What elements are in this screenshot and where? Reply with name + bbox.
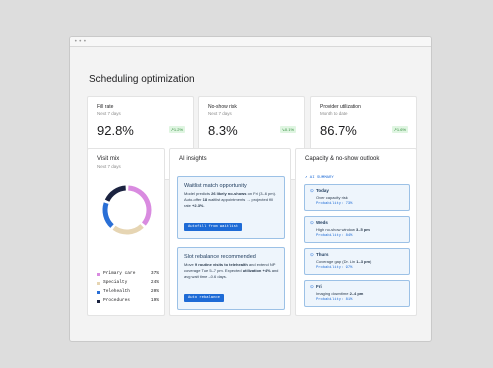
legend-percent: 20% bbox=[150, 289, 159, 294]
day-name: Fri bbox=[316, 284, 322, 289]
visit-mix-legend: Primary care 37% Specialty 24% Telehealth 20%… bbox=[97, 271, 159, 307]
legend-percent: 19% bbox=[150, 298, 159, 303]
day-description: Coverage gap (Dr. Lin 1–3 pm) bbox=[316, 259, 372, 264]
day-description: Imaging downtime 2–4 pm bbox=[316, 291, 364, 296]
legend-swatch bbox=[97, 299, 100, 303]
legend-swatch bbox=[97, 290, 100, 294]
kpi-value: 92.8% bbox=[97, 123, 134, 138]
app-window: ••• Scheduling optimization Fill rate Ne… bbox=[69, 36, 432, 342]
visit-mix-subtitle: Next 7 days bbox=[97, 164, 121, 169]
day-item-fri[interactable]: ⊙ Fri Imaging downtime 2–4 pm Probabilit… bbox=[304, 280, 410, 307]
clock-icon: ⊙ bbox=[310, 188, 314, 193]
kpi-subtitle: Next 7 days bbox=[97, 111, 121, 116]
legend-percent: 24% bbox=[150, 280, 159, 285]
legend-label: Specialty bbox=[103, 280, 128, 285]
ai-insights-card: AI insights Waitlist match opportunity M… bbox=[169, 148, 291, 316]
day-probability: Probability: 73% bbox=[316, 202, 353, 206]
kpi-subtitle: Month to date bbox=[320, 111, 348, 116]
clock-icon: ⊙ bbox=[310, 220, 314, 225]
legend-label: Telehealth bbox=[103, 289, 131, 294]
day-description: High no-show window 3–5 pm bbox=[316, 227, 370, 232]
insight-title: Waitlist match opportunity bbox=[184, 183, 247, 189]
clock-icon: ⊙ bbox=[310, 252, 314, 257]
day-name: Weds bbox=[316, 220, 328, 225]
donut-slice-primary-care bbox=[128, 185, 152, 226]
insight-slot-rebalance: Slot rebalance recommended Move 9 routin… bbox=[177, 247, 285, 310]
donut-slice-telehealth bbox=[102, 202, 114, 228]
kpi-delta-badge: ↘0.1% bbox=[279, 126, 296, 133]
clock-icon: ⊙ bbox=[310, 284, 314, 289]
day-probability: Probability: 84% bbox=[316, 234, 353, 238]
window-controls-icon[interactable]: ••• bbox=[74, 39, 88, 45]
donut-slice-procedures bbox=[104, 185, 126, 202]
insight-body: Move 9 routine visits to telehealth and … bbox=[184, 262, 279, 279]
window-titlebar: ••• bbox=[70, 37, 431, 47]
legend-label: Procedures bbox=[103, 298, 131, 303]
legend-swatch bbox=[97, 272, 100, 276]
legend-swatch bbox=[97, 281, 100, 285]
kpi-delta-badge: ↗1.6% bbox=[391, 126, 408, 133]
capacity-outlook-card: Capacity & no-show outlook ↗ AI SUMMARY … bbox=[295, 148, 417, 316]
autofill-from-waitlist-button[interactable]: Autofill from waitlist bbox=[184, 223, 243, 231]
kpi-delta-badge: ↗1.2% bbox=[168, 126, 185, 133]
legend-item: Specialty 24% bbox=[97, 280, 159, 289]
legend-percent: 37% bbox=[150, 271, 159, 276]
donut-slice-specialty bbox=[112, 224, 144, 235]
legend-label: Primary care bbox=[103, 271, 136, 276]
kpi-value: 86.7% bbox=[320, 123, 357, 138]
day-name: Today bbox=[316, 188, 329, 193]
kpi-value: 8.3% bbox=[208, 123, 238, 138]
capacity-title: Capacity & no-show outlook bbox=[305, 156, 380, 162]
visit-mix-title: Visit mix bbox=[97, 156, 120, 162]
ai-summary-label: ↗ AI SUMMARY bbox=[305, 176, 334, 180]
auto-rebalance-button[interactable]: Auto rebalance bbox=[184, 294, 224, 302]
day-item-weds[interactable]: ⊙ Weds High no-show window 3–5 pm Probab… bbox=[304, 216, 410, 243]
kpi-label: Provider utilization bbox=[320, 104, 361, 110]
day-item-today[interactable]: ⊙ Today Over capacity risk Probability: … bbox=[304, 184, 410, 211]
day-probability: Probability: 81% bbox=[316, 298, 353, 302]
ai-insights-title: AI insights bbox=[179, 156, 207, 162]
day-probability: Probability: 97% bbox=[316, 266, 353, 270]
day-name: Thurs bbox=[316, 252, 329, 257]
legend-item: Primary care 37% bbox=[97, 271, 159, 280]
legend-item: Procedures 19% bbox=[97, 298, 159, 307]
day-item-thurs[interactable]: ⊙ Thurs Coverage gap (Dr. Lin 1–3 pm) Pr… bbox=[304, 248, 410, 275]
visit-mix-card: Visit mix Next 7 days Primary care 37% Spe… bbox=[87, 148, 165, 316]
legend-item: Telehealth 20% bbox=[97, 289, 159, 298]
kpi-label: No-show risk bbox=[208, 104, 237, 110]
kpi-label: Fill rate bbox=[97, 104, 114, 110]
visit-mix-donut-chart bbox=[102, 185, 152, 235]
page-title: Scheduling optimization bbox=[89, 74, 195, 85]
insight-title: Slot rebalance recommended bbox=[184, 254, 256, 260]
insight-waitlist-match: Waitlist match opportunity Model predict… bbox=[177, 176, 285, 239]
insight-body: Model predicts 26 likely no-shows on Fri… bbox=[184, 191, 277, 208]
day-description: Over capacity risk bbox=[316, 195, 348, 200]
kpi-subtitle: Next 7 days bbox=[208, 111, 232, 116]
